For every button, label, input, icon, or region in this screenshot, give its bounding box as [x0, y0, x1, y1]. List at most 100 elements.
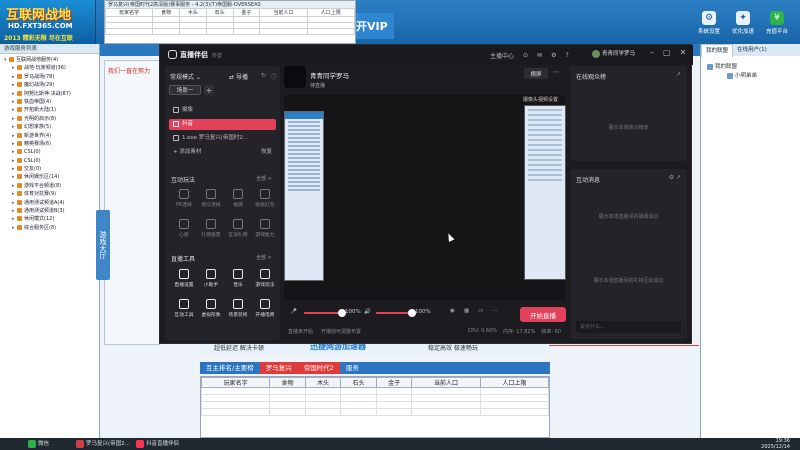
tree-item[interactable]: ▸ 铁血帝国(4) [4, 98, 99, 106]
help-icon[interactable]: ? [565, 52, 568, 59]
streamer-avatar[interactable] [284, 66, 306, 88]
layout-icon[interactable]: ▦ [464, 308, 469, 314]
director-toggle[interactable]: ⇄ 导播 [229, 72, 248, 81]
source-item-game[interactable]: 1.exe 罗马复兴(帝国时2... [169, 133, 276, 144]
tree-item[interactable]: ▸ 通用测试频道A(4) [4, 199, 99, 207]
tree-item[interactable]: ▸ 综合服务区(8) [4, 224, 99, 232]
tree-item[interactable]: ▸ 罗马战场(78) [4, 73, 99, 81]
tree-item[interactable]: ▸ 光明的启示(8) [4, 115, 99, 123]
tool-icon[interactable]: ⊙ [523, 52, 528, 59]
tool-item[interactable]: 虚拟形象 [199, 299, 223, 318]
user-profile[interactable]: 青青同学罗马 [592, 49, 635, 58]
tool-item[interactable]: 小助手 [199, 269, 223, 288]
server-tree-panel[interactable]: 游戏服务列表 ▾ 互联网战地服务(4) ▸ 战地·玩家频道(36) ▸ 罗马战场(78) ▸… [0, 44, 100, 438]
add-scene-button[interactable]: + [204, 85, 214, 95]
tree-item[interactable]: ▸ 战地·玩家频道(36) [4, 64, 99, 72]
tree-item[interactable]: ▸ 开拓新大陆(1) [4, 106, 99, 114]
tree-node-alliance[interactable]: 我的联盟 [707, 62, 737, 70]
column-header[interactable]: 木头 [304, 377, 342, 388]
system-settings-button[interactable]: ⚙ 系统设置 [692, 11, 726, 43]
message-input[interactable]: 说点什么... [576, 321, 681, 333]
table-row[interactable] [200, 394, 550, 402]
system-clock[interactable]: 19:36 2025/12/14 [761, 438, 790, 450]
anchor-center-button[interactable]: 主播中心 [490, 51, 514, 60]
settings-icon[interactable]: ⚙ [551, 52, 556, 59]
interact-item[interactable]: 贴纸红包 [253, 189, 277, 208]
restore-button[interactable]: 恢复 [257, 147, 277, 158]
tool-item[interactable]: 直播设置 [172, 269, 196, 288]
live-companion-window[interactable]: 直播伴侣 抖音 主播中心 ⊙ ✉ ⚙ ? 青青同学罗马 – ▢ ✕ 常规模式 ⌄… [159, 44, 693, 344]
tree-item[interactable]: ▸ 休闲娱乐区(14) [4, 173, 99, 181]
column-header[interactable]: 食物 [269, 377, 306, 388]
tools-more-link[interactable]: 全部 > [256, 254, 272, 261]
expand-icon[interactable]: ↗ [676, 71, 681, 78]
tool-item[interactable]: 互动工具 [172, 299, 196, 318]
tree-item[interactable]: ▸ 交友(0) [4, 165, 99, 173]
rank-tab[interactable]: 服务 [340, 362, 365, 374]
scene-tab[interactable]: 场景一 [169, 85, 201, 95]
interact-item[interactable]: 互动礼物 [226, 219, 250, 238]
taskbar-item-game[interactable]: 罗马复兴(帝国2... [74, 438, 130, 450]
tree-node-user[interactable]: 小明弟弟 [727, 71, 757, 79]
table-row[interactable] [200, 387, 550, 395]
settings-icon[interactable]: ⚙ ↗ [669, 174, 681, 181]
tree-item[interactable]: ▸ 幻想家族(5) [4, 123, 99, 131]
info-icon[interactable]: ⓘ [271, 72, 277, 81]
tool-item[interactable]: 游戏玩法 [253, 269, 277, 288]
vip-banner-text[interactable]: 开VIP [354, 13, 394, 39]
tree-item[interactable]: ▸ 休闲模式(12) [4, 215, 99, 223]
ranking-tab-bar[interactable]: 互主排名/主要榜 罗马复兴 帝国时代2 服务 [200, 362, 550, 374]
mic-volume-slider[interactable] [304, 309, 346, 317]
refresh-icon[interactable]: ↻ [261, 72, 266, 79]
preview-settings-icon[interactable]: ⋯ [553, 68, 565, 79]
close-icon[interactable]: ✕ [680, 48, 687, 57]
server-tree[interactable]: ▾ 互联网战地服务(4) ▸ 战地·玩家频道(36) ▸ 罗马战场(78) ▸ 魔幻战场(29… [0, 54, 99, 232]
table-row[interactable] [200, 408, 550, 416]
tree-item[interactable]: ▸ 通用测试频道B(3) [4, 207, 99, 215]
camera-toggle-icon[interactable]: ▭ [478, 308, 483, 314]
tree-item[interactable]: ▸ 体育对抗赛(9) [4, 190, 99, 198]
right-user-panel[interactable]: 我的联盟 在线用户(1) 我的联盟 小明弟弟 [700, 43, 800, 438]
taskbar-item-live[interactable]: 抖音直播伴侣 [134, 438, 179, 450]
tree-item[interactable]: ▸ 魔幻战场(29) [4, 81, 99, 89]
tree-item[interactable]: ▸ 新游世界(4) [4, 132, 99, 140]
tab-my-alliance[interactable]: 我的联盟 [701, 43, 734, 57]
camera-settings-label[interactable]: 摄像头视频设置 [523, 96, 558, 103]
more-icon[interactable]: ⋯ [492, 308, 498, 314]
start-live-button[interactable]: 开始直播 [520, 307, 566, 322]
source-item-douyin[interactable]: 抖音 [169, 119, 276, 130]
rank-tab-active[interactable]: 罗马复兴 [259, 362, 298, 374]
column-header[interactable]: 石头 [340, 377, 377, 388]
tree-item[interactable]: ▸ CSL(0) [4, 148, 99, 156]
interact-item[interactable]: 礼物投票 [199, 219, 223, 238]
speaker-volume-slider[interactable] [376, 309, 416, 317]
tree-item[interactable]: ▸ 游戏平台频道(8) [4, 182, 99, 190]
interact-item[interactable]: 观众连线 [199, 189, 223, 208]
speaker-icon[interactable]: 🔊 [364, 309, 371, 315]
tree-item[interactable]: ▸ 阿努比斯神·决战(87) [4, 90, 99, 98]
mode-selector[interactable]: 常规模式 ⌄ [170, 72, 201, 81]
column-header[interactable]: 金子 [375, 377, 413, 388]
right-tabs[interactable]: 我的联盟 在线用户(1) [701, 43, 800, 57]
column-header[interactable]: 当前人口 [411, 377, 481, 388]
tree-item[interactable]: ▾ 互联网战地服务(4) [4, 56, 99, 64]
source-item-camera[interactable]: 摄像 [169, 105, 276, 116]
tool-item[interactable]: 场景装修 [226, 299, 250, 318]
rank-tab[interactable]: 帝国时代2 [297, 362, 340, 374]
recharge-button[interactable]: ¥ 充值平台 [760, 11, 794, 43]
stream-preview[interactable]: 摄像头视频设置 [284, 95, 566, 300]
column-header[interactable]: 玩家名字 [200, 377, 271, 388]
rank-tab[interactable]: 互主排名/主要榜 [200, 362, 260, 374]
tree-item[interactable]: ▸ CSL(0) [4, 157, 99, 165]
tool-item[interactable]: 开播电商 [253, 299, 277, 318]
message-icon[interactable]: ✉ [537, 52, 542, 59]
game-lobby-tab[interactable]: 游戏大厅 [96, 210, 110, 280]
tab-online-users[interactable]: 在线用户(1) [733, 44, 771, 56]
interact-item[interactable]: PK连线 [172, 189, 196, 208]
column-header[interactable]: 人口上限 [479, 377, 550, 388]
interact-item[interactable]: 游戏能力 [253, 219, 277, 238]
info-mini-window[interactable]: 罗马复兴(帝国时代2高清版)赛事服务 - 4.2(3)(T)帝国服-OVERSE… [104, 0, 356, 44]
minimize-icon[interactable]: – [650, 48, 654, 57]
boost-button[interactable]: ✦ 优化加速 [726, 11, 760, 43]
record-icon[interactable]: ◉ [450, 308, 455, 314]
